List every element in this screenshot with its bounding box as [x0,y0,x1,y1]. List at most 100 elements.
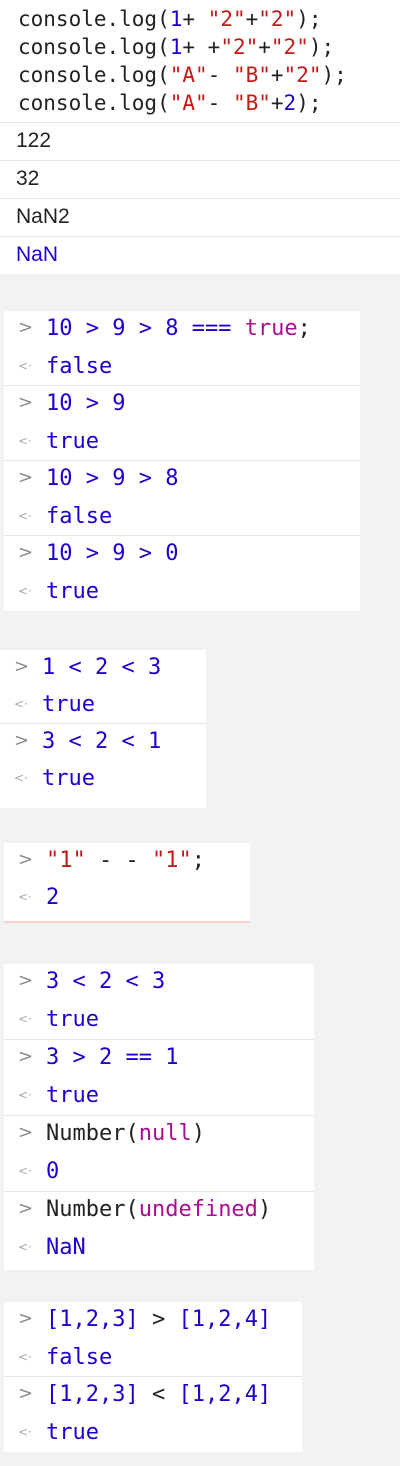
console-input-code: 10 > 9 [46,391,125,416]
console-input-row: >3 < 2 < 3 [4,964,314,1002]
console-input-row: >10 > 9 > 0 [4,536,360,574]
chevron-right-icon: > [18,1198,34,1219]
code-token: 3 < 2 < 3 [46,969,166,995]
console-result-row: <· true [4,1078,314,1116]
console-input-code: 10 > 9 > 8 === true; [46,316,311,341]
console-result-value: false [46,1345,112,1370]
return-arrow-icon: <· [18,1349,32,1364]
code-token: true [42,691,95,717]
console-input-code: [1,2,3] > [1,2,4] [46,1307,271,1332]
console-result-value: true [46,429,99,454]
console-result-value: true [42,766,95,791]
chevron-right-icon: > [18,542,34,563]
chevron-right-icon: > [18,849,34,870]
console-input-row: >3 > 2 == 1 [4,1040,314,1078]
code-token: "A" [169,91,208,115]
console-input-code: 3 < 2 < 3 [46,969,165,994]
console-result-row: <· 2 [4,880,250,917]
code-token: NaN [46,1235,86,1261]
code-token: 1 < 2 < 3 [42,654,162,680]
console-result-value: true [46,1083,99,1108]
console-result-row: <· true [4,1002,314,1040]
console-input-code: 3 > 2 == 1 [46,1045,178,1070]
return-arrow-icon: <· [18,1088,32,1102]
code-token: + + [182,35,221,59]
return-arrow-icon: <· [14,771,28,785]
code-token: true [46,428,99,454]
console-result-value: true [46,579,99,604]
code-token: Number( [46,1197,139,1223]
code-token: - [207,63,233,87]
code-token: ; [297,316,311,341]
code-token: "2" [270,35,309,59]
code-token: ); [296,7,322,31]
code-token: Number( [46,1121,139,1147]
code-token: + [270,63,284,87]
code-token: "2" [207,7,246,31]
code-token: "1" [151,847,192,873]
return-arrow-icon: <· [18,1424,32,1439]
chevron-right-icon: > [14,656,30,677]
return-arrow-icon: <· [14,697,28,711]
console-input-code: "1" - - "1"; [46,848,205,873]
code-token: "2" [283,63,322,87]
chevron-right-icon: > [18,1122,34,1143]
code-token: true [46,1083,99,1109]
code-line: console.log("A"- "B"+2); [18,89,322,117]
code-token: "1" [46,847,86,873]
console-result-value: 0 [46,1159,59,1184]
code-token: "B" [232,63,271,87]
code-token: [1,2,4] [165,1382,272,1407]
code-token: false [46,503,113,529]
code-line: console.log(1+ "2"+"2"); [18,5,322,33]
code-token: null [138,1121,192,1147]
code-token: 10 > 9 > 8 === [46,316,245,341]
log-output-row: NaN2 [0,199,400,237]
console-result-row: <· true [0,687,206,724]
log-output-value: NaN2 [16,205,70,228]
console-input-code: Number(null) [46,1121,205,1146]
console-result-row: <· false [4,1340,302,1377]
chevron-right-icon: > [18,467,34,488]
chevron-right-icon: > [14,730,30,751]
code-token: 0 [46,1159,60,1185]
code-token: 3 < 2 < 1 [42,728,162,754]
code-token: true [42,765,95,791]
return-arrow-icon: <· [18,583,32,598]
log-output-row: 122 [0,123,400,161]
console-input-code: 10 > 9 > 0 [46,541,178,566]
code-token: - - [85,847,152,873]
code-token: + [270,91,284,115]
console-result-value: true [46,1007,99,1032]
console-input-code: 1 < 2 < 3 [42,655,161,680]
console-input-row: >10 > 9 > 8 [4,461,360,499]
return-arrow-icon: <· [18,433,32,448]
console-panel-6: > [1,2,3] > [1,2,4] <· false > [1,2,3] < [1,2… [4,1302,302,1452]
return-arrow-icon: <· [18,1012,32,1026]
code-token: + [258,35,271,59]
console-input-row: >1 < 2 < 3 [0,650,206,687]
console-result-row: <· 0 [4,1154,314,1192]
code-token: 10 > 9 > 8 [46,466,179,491]
code-token: true [244,316,298,341]
console-panel-4: > "1" - - "1"; <· 2 [4,843,250,923]
console-result-value: NaN [46,1235,86,1260]
code-token: ); [296,91,322,115]
code-line: console.log("A"- "B"+"2"); [18,61,347,89]
code-token: console.log( [18,7,170,31]
code-token: false [46,353,113,379]
console-panel-3: >1 < 2 < 3 <· true >3 < 2 < 1 <· true [0,650,206,808]
console-input-code: 10 > 9 > 8 [46,466,178,491]
code-token: [1,2,3] [46,1307,152,1332]
return-arrow-icon: <· [18,1164,32,1178]
code-token: 3 > 2 == 1 [46,1045,179,1071]
code-token: ); [308,35,335,59]
code-token: true [46,1007,99,1033]
code-token: < [151,1382,166,1407]
console-result-value: false [46,354,112,379]
code-token: "A" [169,63,208,87]
console-result-row: <· true [0,761,206,798]
code-token: ); [321,63,347,87]
code-token: "2" [258,7,297,31]
code-token: 10 > 9 > 0 [46,541,179,566]
